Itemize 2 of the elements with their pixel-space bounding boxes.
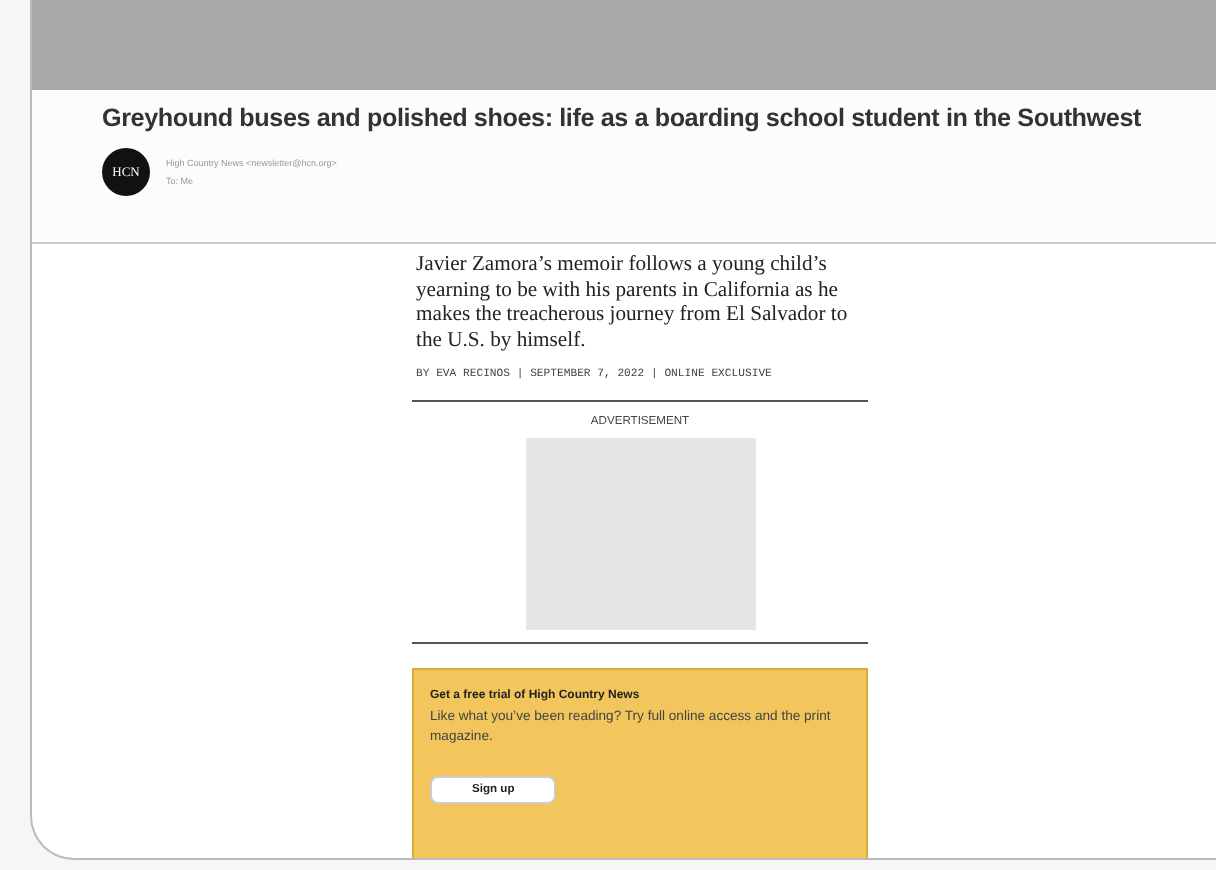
email-subject: Greyhound buses and polished shoes: life as a boarding school student in the Southwest bbox=[102, 104, 1143, 132]
article-summary: Javier Zamora’s memoir follows a young child’s yearning to be with his parents in California as he makes the treacherous journey from El Salvador to the U.S. by himself. bbox=[416, 254, 850, 355]
